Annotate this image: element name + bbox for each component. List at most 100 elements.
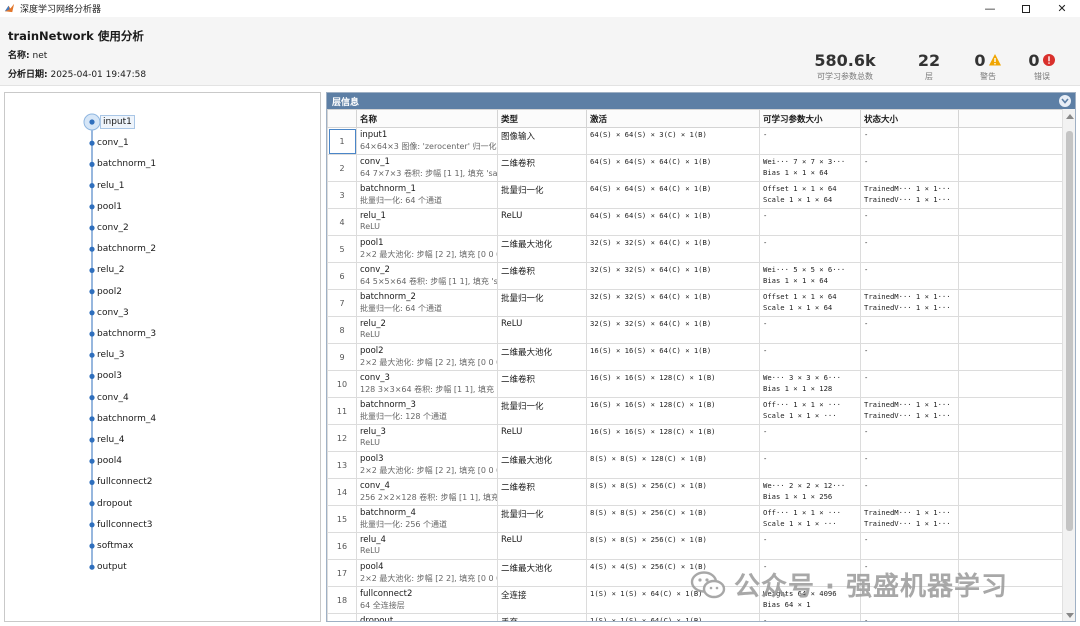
graph-node-dot[interactable] [89, 140, 95, 146]
graph-node-relu_1[interactable]: relu_1 [97, 179, 124, 193]
graph-node-conv_3[interactable]: conv_3 [97, 306, 129, 320]
learnable-line-1: - [763, 130, 768, 139]
graph-node-dot[interactable] [89, 395, 95, 401]
close-button[interactable]: ✕ [1044, 0, 1080, 17]
column-header-name[interactable]: 名称 [356, 109, 498, 128]
column-header-index[interactable] [327, 109, 357, 128]
graph-node-dot[interactable] [89, 373, 95, 379]
graph-node-dot[interactable] [89, 543, 95, 549]
graph-node-batchnorm_1[interactable]: batchnorm_1 [97, 157, 156, 171]
learnable-line-1: - [763, 616, 768, 622]
graph-node-conv_1[interactable]: conv_1 [97, 136, 129, 150]
table-row[interactable]: 8 relu_2 ReLU ReLU 32(S) × 32(S) × 64(C) × 1… [327, 316, 1063, 344]
states-cell: - [860, 235, 959, 263]
layer-type: 二维最大池化 [501, 240, 553, 250]
learnables-cell: We··· 3 × 3 × 6··· Bias 1 × 1 × 128 [759, 370, 861, 398]
graph-node-pool4[interactable]: pool4 [97, 454, 122, 468]
scrollbar-thumb[interactable] [1066, 131, 1073, 531]
graph-node-pool1[interactable]: pool1 [97, 200, 122, 214]
graph-node-pool2[interactable]: pool2 [97, 285, 122, 299]
graph-node-dot[interactable] [89, 267, 95, 273]
layer-type: 批量归一化 [501, 294, 544, 304]
table-row[interactable]: 1 input1 64×64×3 图像: 'zerocenter' 归一化 图像输入 6… [327, 127, 1063, 155]
graph-node-dot[interactable] [89, 564, 95, 570]
graph-node-dot[interactable] [89, 331, 95, 337]
graph-node-dot[interactable] [89, 289, 95, 295]
table-row[interactable]: 15 batchnorm_4 批量归一化: 256 个通道 批量归一化 8(S) × 8… [327, 505, 1063, 533]
date-value: 2025-04-01 19:47:58 [50, 70, 147, 80]
graph-node-dot[interactable] [89, 437, 95, 443]
collapse-button[interactable] [1059, 95, 1071, 107]
table-row[interactable]: 11 batchnorm_3 批量归一化: 128 个通道 批量归一化 16(S) × … [327, 397, 1063, 425]
layer-type: ReLU [501, 319, 523, 329]
graph-node-dot[interactable] [89, 501, 95, 507]
vertical-scrollbar[interactable] [1062, 109, 1075, 621]
table-row[interactable]: 14conv_4 256 2×2×128 卷积: 步幅 [1 1], 填充 'sa… [327, 478, 1063, 506]
stat-warnings[interactable]: 0 警告 [964, 50, 1012, 82]
graph-node-dot[interactable] [89, 204, 95, 210]
stat-errors[interactable]: 0 错误 [1018, 50, 1066, 82]
layer-name-cell: pool2 2×2 最大池化: 步幅 [2 2], 填充 [0 0 0 0] [356, 343, 498, 371]
graph-node-dot[interactable] [89, 479, 95, 485]
graph-node-dot[interactable] [89, 119, 95, 125]
graph-node-dot[interactable] [89, 416, 95, 422]
state-line-2: TrainedV··· 1 × 1··· [864, 410, 951, 420]
graph-node-relu_3[interactable]: relu_3 [97, 348, 124, 362]
column-header-learnables[interactable]: 可学习参数大小 [759, 109, 861, 128]
learnables-cell: - [759, 424, 861, 452]
scroll-up-icon[interactable] [1066, 114, 1074, 119]
graph-node-dot[interactable] [89, 522, 95, 528]
table-row[interactable]: 3 batchnorm_1 批量归一化: 64 个通道 批量归一化 64(S) × 64… [327, 181, 1063, 209]
graph-node-batchnorm_4[interactable]: batchnorm_4 [97, 412, 156, 426]
graph-node-batchnorm_3[interactable]: batchnorm_3 [97, 327, 156, 341]
table-row[interactable]: 18 fullconnect2 64 全连接层 全连接 1(S) × 1(S) × 64… [327, 586, 1063, 614]
empty-cell [958, 505, 1063, 533]
table-row[interactable]: 17 pool4 2×2 最大池化: 步幅 [2 2], 填充 [0 0 0 0] 二… [327, 559, 1063, 587]
state-line-1: - [864, 427, 869, 436]
table-row[interactable]: 16 relu_4 ReLU ReLU 8(S) × 8(S) × 256(C) × 1… [327, 532, 1063, 560]
table-row[interactable]: 2 conv_1 64 7×7×3 卷积: 步幅 [1 1], 填充 'same' 二… [327, 154, 1063, 182]
graph-node-fullconnect3[interactable]: fullconnect3 [97, 518, 152, 532]
minimize-button[interactable]: — [972, 0, 1008, 17]
graph-node-dot[interactable] [89, 161, 95, 167]
graph-node-fullconnect2[interactable]: fullconnect2 [97, 475, 152, 489]
scroll-down-icon[interactable] [1066, 613, 1074, 618]
table-row[interactable]: 13 pool3 2×2 最大池化: 步幅 [2 2], 填充 [0 0 0 0] 二… [327, 451, 1063, 479]
graph-node-dot[interactable] [89, 183, 95, 189]
graph-node-dot[interactable] [89, 225, 95, 231]
column-header-states[interactable]: 状态大小 [860, 109, 959, 128]
graph-node-dot[interactable] [89, 310, 95, 316]
graph-node-conv_2[interactable]: conv_2 [97, 221, 129, 235]
graph-node-dropout[interactable]: dropout [97, 497, 132, 511]
table-row[interactable]: 12 relu_3 ReLU ReLU 16(S) × 16(S) × 128(C) ×… [327, 424, 1063, 452]
table-row[interactable]: 7 batchnorm_2 批量归一化: 64 个通道 批量归一化 32(S) × 32… [327, 289, 1063, 317]
state-line-1: - [864, 211, 869, 220]
activation-cell: 8(S) × 8(S) × 256(C) × 1(B) [586, 478, 760, 506]
learnables-cell: Wei··· 7 × 7 × 3··· Bias 1 × 1 × 64 [759, 154, 861, 182]
graph-node-dot[interactable] [89, 352, 95, 358]
table-row[interactable]: 4 relu_1 ReLU ReLU 64(S) × 64(S) × 64(C) × 1… [327, 208, 1063, 236]
table-row[interactable]: 19dropout 丢弃 1(S) × 1(S) × 64(C) × 1(B) - - [327, 613, 1063, 622]
table-row[interactable]: 9 pool2 2×2 最大池化: 步幅 [2 2], 填充 [0 0 0 0] 二维… [327, 343, 1063, 371]
graph-node-input1[interactable]: input1 [100, 115, 135, 129]
maximize-button[interactable] [1008, 0, 1044, 17]
graph-node-relu_4[interactable]: relu_4 [97, 433, 124, 447]
graph-node-relu_2[interactable]: relu_2 [97, 263, 124, 277]
graph-node-softmax[interactable]: softmax [97, 539, 133, 553]
graph-node-output[interactable]: output [97, 560, 127, 574]
layer-table-container[interactable]: 名称 类型 激活 可学习参数大小 状态大小 1 input1 64×64×3 图像:… [327, 109, 1063, 622]
states-cell: - [860, 208, 959, 236]
layer-description: 2×2 最大池化: 步幅 [2 2], 填充 [0 0 0 0] [360, 574, 498, 583]
column-header-type[interactable]: 类型 [497, 109, 587, 128]
network-graph-panel[interactable]: input1 conv_1 batchnorm_1 relu_1 pool1 conv_2… [4, 92, 321, 622]
graph-node-dot[interactable] [89, 458, 95, 464]
graph-node-pool3[interactable]: pool3 [97, 369, 122, 383]
table-row[interactable]: 5 pool1 2×2 最大池化: 步幅 [2 2], 填充 [0 0 0 0] 二维… [327, 235, 1063, 263]
graph-node-dot[interactable] [89, 246, 95, 252]
column-header-activations[interactable]: 激活 [586, 109, 760, 128]
graph-node-conv_4[interactable]: conv_4 [97, 391, 129, 405]
graph-node-batchnorm_2[interactable]: batchnorm_2 [97, 242, 156, 256]
table-row[interactable]: 10conv_3 128 3×3×64 卷积: 步幅 [1 1], 填充 'sam… [327, 370, 1063, 398]
activation-size: 16(S) × 16(S) × 128(C) × 1(B) [590, 427, 716, 436]
table-row[interactable]: 6conv_2 64 5×5×64 卷积: 步幅 [1 1], 填充 'same'… [327, 262, 1063, 290]
